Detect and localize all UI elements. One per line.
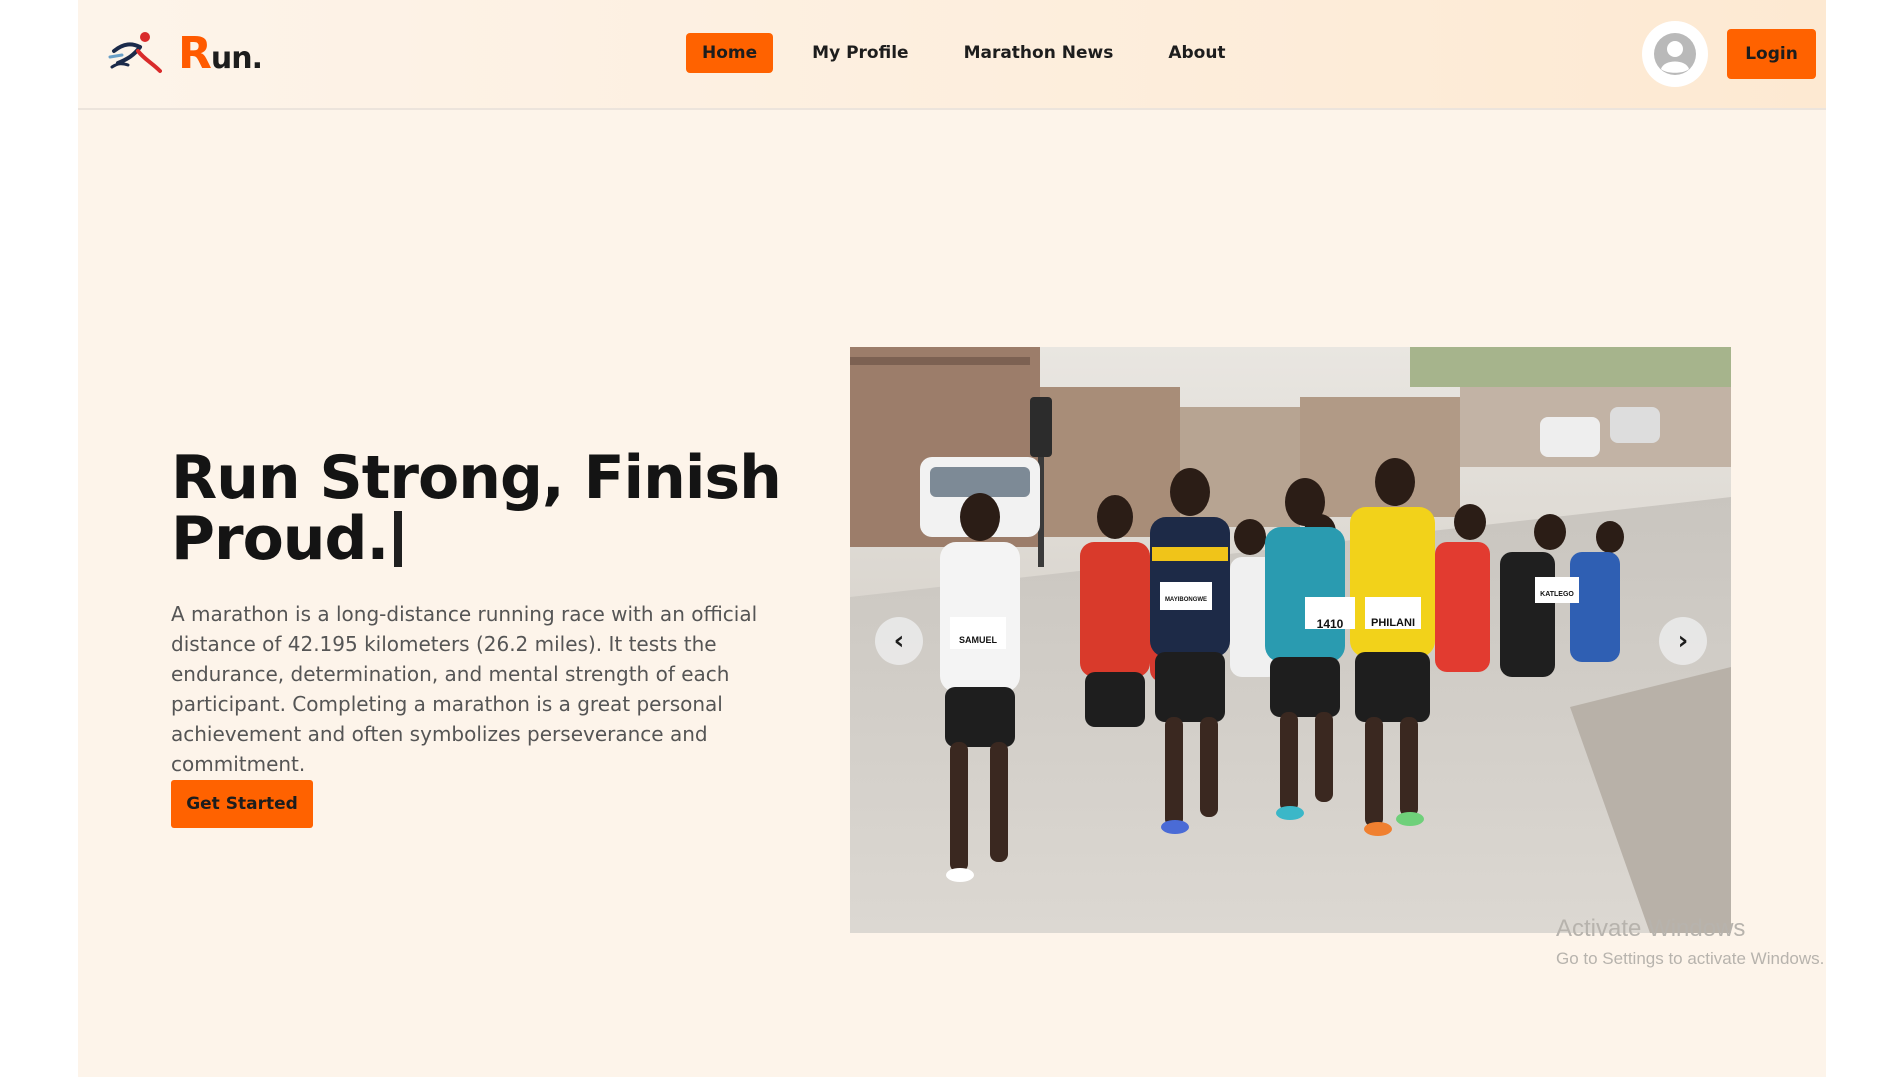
main-nav: Home My Profile Marathon News About bbox=[686, 33, 1265, 73]
runner-logo-icon bbox=[108, 31, 162, 73]
user-avatar-icon bbox=[1654, 33, 1696, 75]
brand-rest: un. bbox=[210, 41, 263, 76]
windows-activation-watermark: Activate Windows Go to Settings to activ… bbox=[1556, 915, 1824, 969]
chevron-left-icon: ‹ bbox=[893, 626, 905, 656]
typing-cursor bbox=[394, 511, 403, 567]
get-started-button[interactable]: Get Started bbox=[171, 780, 313, 828]
hero-title-line1: Run Strong, Finish bbox=[171, 443, 782, 513]
navbar: Run. Home My Profile Marathon News About… bbox=[78, 0, 1826, 110]
watermark-title: Activate Windows bbox=[1556, 915, 1746, 942]
bib-philani: PHILANI bbox=[1371, 617, 1415, 629]
brand-name: Run. bbox=[178, 28, 263, 79]
chevron-right-icon: › bbox=[1677, 626, 1689, 656]
bib-mayibongwe: MAYIBONGWE bbox=[1164, 597, 1208, 603]
bib-katlego: KATLEGO bbox=[1540, 591, 1574, 598]
nav-my-profile[interactable]: My Profile bbox=[796, 33, 924, 73]
bib-1410: 1410 bbox=[1316, 617, 1344, 631]
nav-marathon-news[interactable]: Marathon News bbox=[948, 33, 1130, 73]
carousel-prev-button[interactable]: ‹ bbox=[875, 617, 923, 665]
brand-logo[interactable]: Run. bbox=[108, 28, 263, 79]
watermark-subtitle: Go to Settings to activate Windows. bbox=[1556, 949, 1825, 968]
hero-title: Run Strong, Finish Proud. bbox=[171, 448, 811, 570]
login-button[interactable]: Login bbox=[1727, 29, 1816, 79]
user-avatar[interactable] bbox=[1642, 21, 1708, 87]
hero-title-line2: Proud. bbox=[171, 504, 389, 574]
carousel-next-button[interactable]: › bbox=[1659, 617, 1707, 665]
bib-samuel: SAMUEL bbox=[959, 635, 997, 645]
nav-about[interactable]: About bbox=[1152, 33, 1241, 73]
hero-description: A marathon is a long-distance running ra… bbox=[171, 602, 758, 776]
nav-home[interactable]: Home bbox=[686, 33, 774, 73]
brand-letter: R bbox=[178, 28, 212, 79]
image-carousel: SAMUEL 1410 PHILANI KATLEGO MAYIBONGWE ‹… bbox=[850, 347, 1731, 933]
